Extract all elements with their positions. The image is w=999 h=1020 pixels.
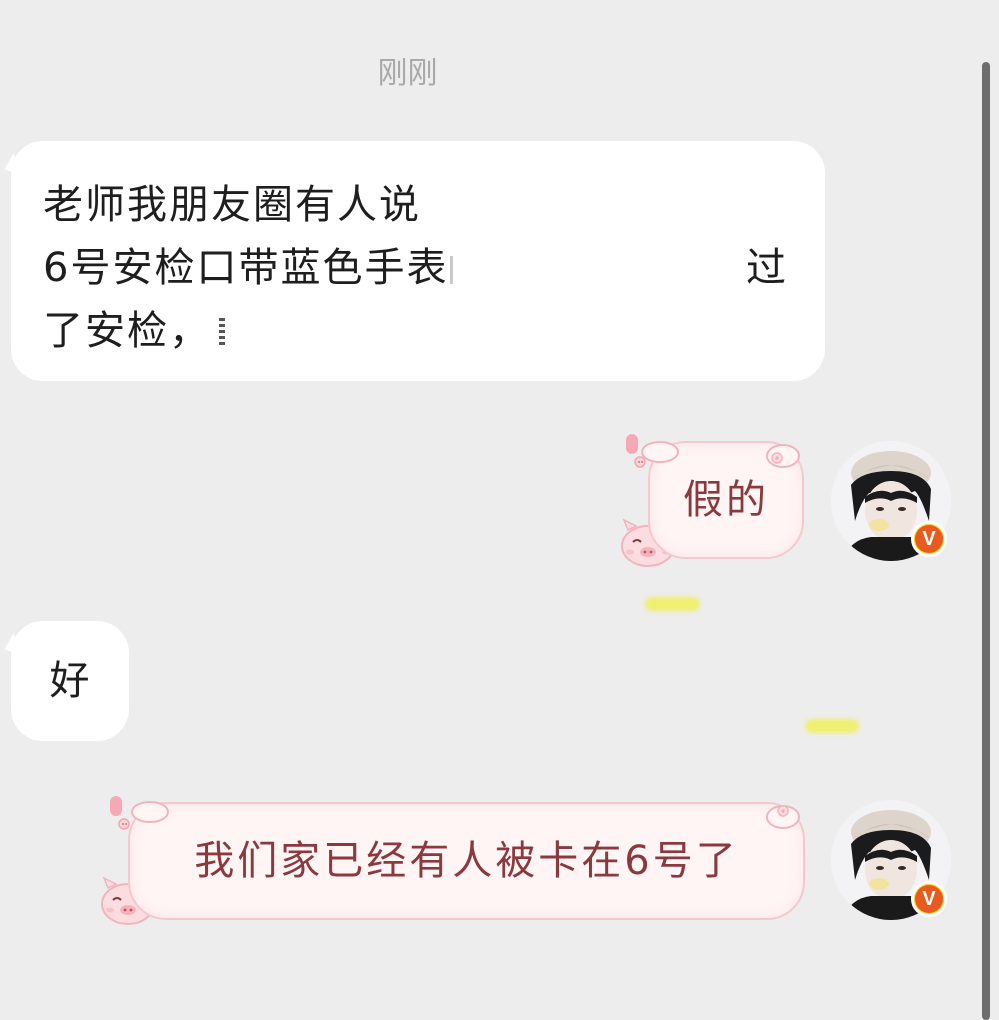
vip-badge-text: V	[915, 885, 943, 913]
cloud-decoration-icon	[131, 801, 169, 823]
message-bubble-incoming[interactable]: 好	[11, 621, 129, 741]
scrollbar[interactable]	[982, 62, 990, 1020]
cloud-decoration-icon	[766, 444, 800, 468]
verified-v-badge-icon: V	[911, 881, 947, 917]
redacted-text	[450, 256, 454, 284]
message-line-text: 了安检，	[43, 308, 211, 354]
message-line: 了安检，	[43, 299, 225, 363]
highlight-mark	[805, 719, 859, 733]
redacted-text	[219, 318, 225, 348]
vip-badge-text: V	[915, 525, 943, 553]
message-line: 老师我朋友圈有人说	[43, 182, 421, 228]
exclamation-icon	[110, 796, 130, 830]
message-line-text: 6号安检口带蓝色手表	[43, 245, 449, 291]
verified-v-badge-icon: V	[911, 521, 947, 557]
message-bubble-incoming[interactable]: 老师我朋友圈有人说 6号安检口带蓝色手表 过 了安检，	[11, 141, 825, 381]
chat-timestamp: 刚刚	[377, 56, 438, 91]
message-line: 6号安检口带蓝色手表	[43, 236, 454, 300]
cloud-decoration-icon	[766, 805, 800, 829]
message-bubble-outgoing[interactable]: 我们家已经有人被卡在6号了	[128, 802, 805, 920]
message-line-end: 过	[746, 245, 786, 291]
cloud-decoration-icon	[641, 441, 679, 463]
highlight-mark	[645, 597, 700, 611]
